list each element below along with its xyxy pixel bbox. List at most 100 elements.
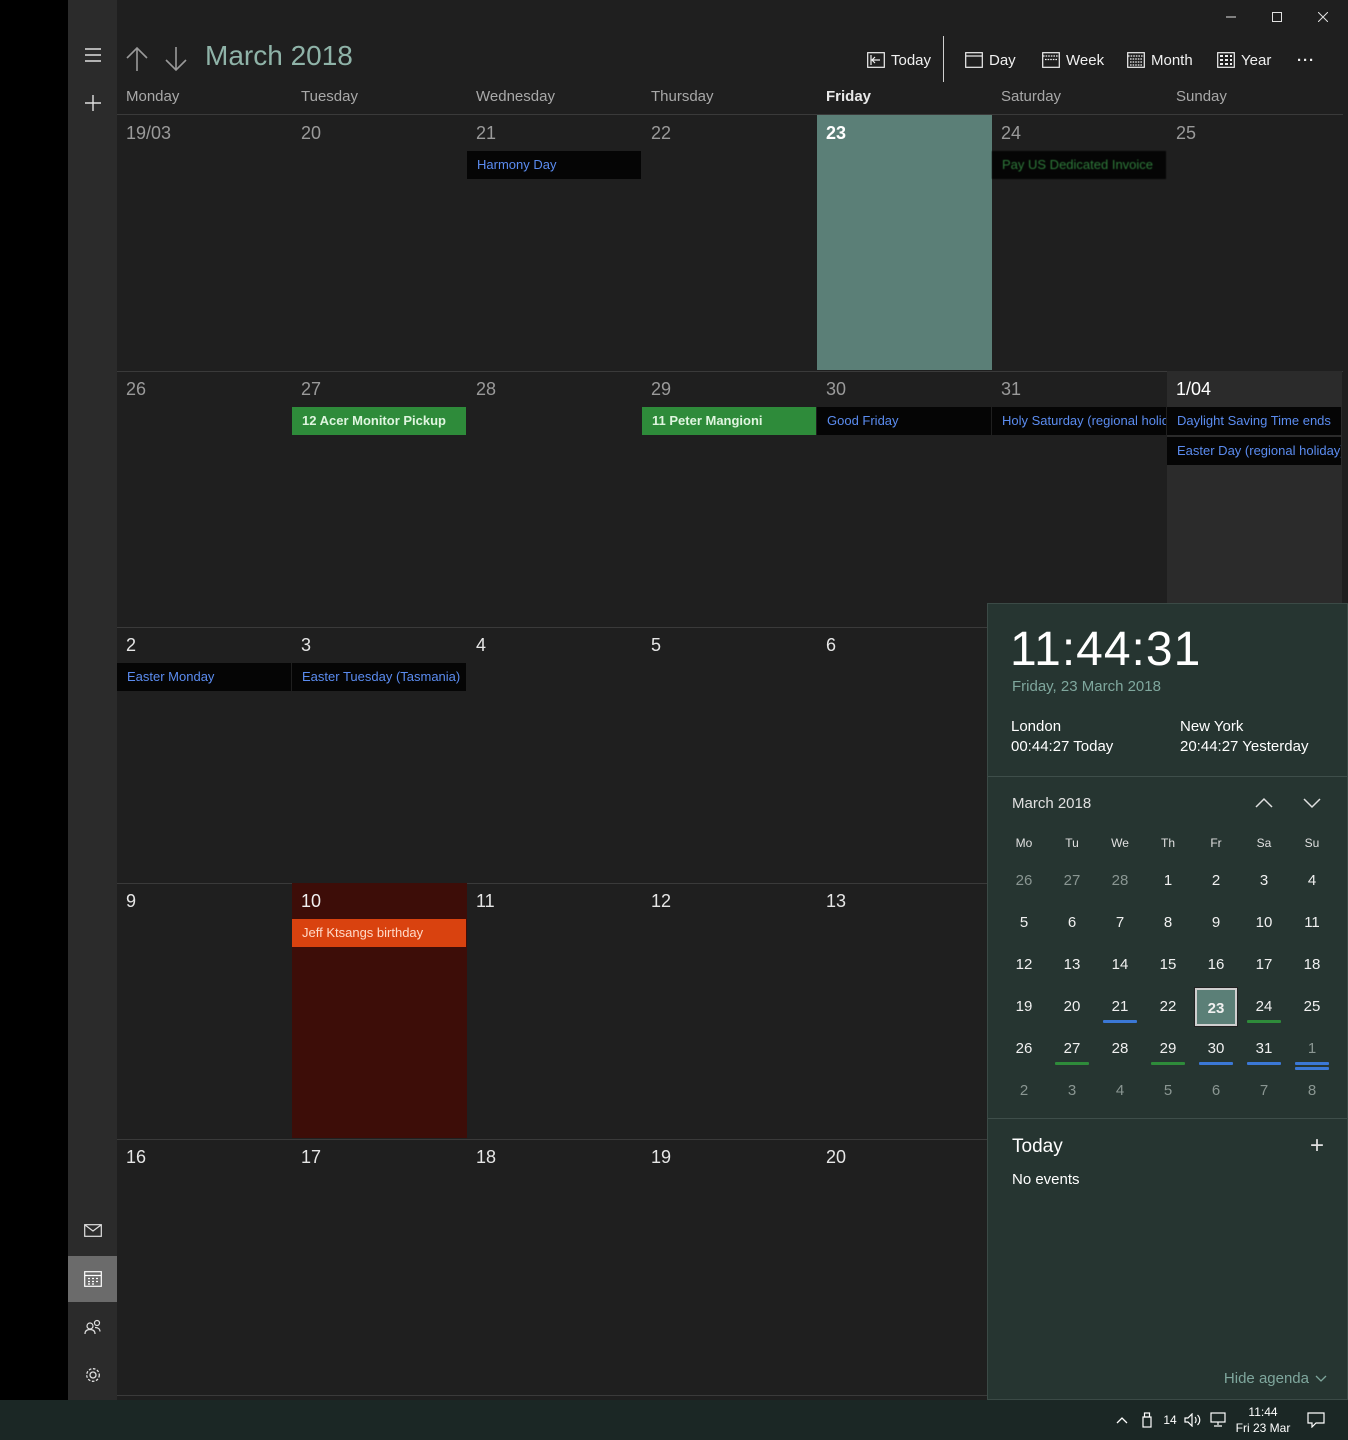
mini-calendar-day[interactable]: 4 (1099, 1072, 1141, 1110)
day-view-button[interactable]: Day (965, 48, 1016, 72)
mini-calendar-day[interactable]: 13 (1051, 946, 1093, 984)
previous-arrow-icon[interactable] (122, 44, 152, 74)
calendar-event[interactable]: Pay US Dedicated Invoice (992, 151, 1166, 179)
mini-calendar-day[interactable]: 28 (1099, 862, 1141, 900)
day-cell[interactable]: 12 (642, 883, 817, 1138)
day-cell[interactable]: 26 (117, 371, 292, 626)
mini-calendar-day[interactable]: 21 (1099, 988, 1141, 1026)
day-cell[interactable]: 24 Pay US Dedicated Invoice (992, 115, 1167, 370)
show-hidden-icons-button[interactable] (1112, 1400, 1132, 1440)
mini-calendar-day[interactable]: 3 (1243, 862, 1285, 900)
mini-calendar-day[interactable]: 11 (1291, 904, 1333, 942)
hide-agenda-button[interactable]: Hide agenda (1224, 1370, 1327, 1387)
calendar-event[interactable]: Daylight Saving Time ends (1167, 407, 1341, 435)
calendar-event[interactable]: Easter Tuesday (Tasmania) (292, 663, 466, 691)
calendar-event[interactable]: Good Friday (817, 407, 991, 435)
mini-calendar-day[interactable]: 2 (1195, 862, 1237, 900)
volume-button[interactable] (1183, 1400, 1203, 1440)
calendar-event[interactable]: 11 Peter Mangioni (642, 407, 816, 435)
day-cell[interactable]: 13 (817, 883, 992, 1138)
week-view-button[interactable]: Week (1042, 48, 1104, 72)
day-cell[interactable]: 29 11 Peter Mangioni (642, 371, 817, 626)
day-cell[interactable]: 19 (642, 1139, 817, 1394)
mini-calendar-day[interactable]: 24 (1243, 988, 1285, 1026)
mini-calendar-day[interactable]: 30 (1195, 1030, 1237, 1068)
day-cell[interactable]: 19/03 (117, 115, 292, 370)
mini-calendar-day[interactable]: 8 (1147, 904, 1189, 942)
day-cell[interactable]: 16 (117, 1139, 292, 1394)
settings-button[interactable] (68, 1352, 117, 1398)
mini-calendar-day[interactable]: 9 (1195, 904, 1237, 942)
day-cell[interactable]: 6 (817, 627, 992, 882)
mini-calendar-day[interactable]: 20 (1051, 988, 1093, 1026)
mini-calendar-day[interactable]: 27 (1051, 1030, 1093, 1068)
mini-calendar-day[interactable]: 19 (1003, 988, 1045, 1026)
mini-calendar-day[interactable]: 5 (1003, 904, 1045, 942)
mini-calendar-day[interactable]: 27 (1051, 862, 1093, 900)
mini-calendar-day[interactable]: 16 (1195, 946, 1237, 984)
today-button[interactable]: Today (867, 48, 931, 72)
hamburger-menu-button[interactable] (68, 32, 117, 78)
day-cell[interactable]: 20 (817, 1139, 992, 1394)
month-view-button[interactable]: Month (1127, 48, 1193, 72)
mini-calendar-day[interactable]: 8 (1291, 1072, 1333, 1110)
year-view-button[interactable]: Year (1217, 48, 1271, 72)
mini-calendar-title[interactable]: March 2018 (1012, 795, 1091, 812)
action-center-button[interactable] (1302, 1400, 1330, 1440)
day-cell[interactable]: 3 Easter Tuesday (Tasmania) (292, 627, 467, 882)
mini-calendar-day[interactable]: 17 (1243, 946, 1285, 984)
calendar-app-button[interactable] (68, 1256, 117, 1302)
mini-calendar-day[interactable]: 10 (1243, 904, 1285, 942)
day-cell[interactable]: 20 (292, 115, 467, 370)
day-cell[interactable]: 9 (117, 883, 292, 1138)
calendar-event[interactable]: Easter Day (regional holiday) (1167, 437, 1341, 465)
day-cell[interactable]: 11 (467, 883, 642, 1138)
mini-calendar-day[interactable]: 14 (1099, 946, 1141, 984)
flyout-date[interactable]: Friday, 23 March 2018 (1012, 678, 1161, 695)
mini-calendar-day[interactable]: 29 (1147, 1030, 1189, 1068)
mini-calendar-day[interactable]: 7 (1243, 1072, 1285, 1110)
day-cell[interactable]: 25 (1167, 115, 1342, 370)
mini-calendar-day[interactable]: 23 (1194, 987, 1238, 1027)
day-cell[interactable]: 17 (292, 1139, 467, 1394)
day-cell[interactable]: 28 (467, 371, 642, 626)
day-cell[interactable]: 18 (467, 1139, 642, 1394)
day-cell[interactable]: 1/04 Daylight Saving Time ends Easter Day … (1167, 371, 1342, 626)
day-cell[interactable]: 27 12 Acer Monitor Pickup (292, 371, 467, 626)
mini-calendar-day[interactable]: 25 (1291, 988, 1333, 1026)
mini-calendar-day[interactable]: 18 (1291, 946, 1333, 984)
taskbar-clock[interactable]: 11:44 Fri 23 Mar (1234, 1400, 1292, 1440)
calendar-event[interactable]: Harmony Day (467, 151, 641, 179)
day-cell[interactable]: 30 Good Friday (817, 371, 992, 626)
day-cell[interactable]: 2 Easter Monday (117, 627, 292, 882)
mini-calendar-day[interactable]: 5 (1147, 1072, 1189, 1110)
mini-calendar-day[interactable]: 28 (1099, 1030, 1141, 1068)
calendar-event[interactable]: Holy Saturday (regional holiday) (992, 407, 1166, 435)
mini-calendar-day[interactable]: 15 (1147, 946, 1189, 984)
tray-badge-count[interactable]: 14 (1160, 1400, 1180, 1440)
calendar-event[interactable]: Easter Monday (117, 663, 291, 691)
agenda-add-button[interactable]: + (1310, 1132, 1324, 1160)
mini-calendar-day[interactable]: 26 (1003, 1030, 1045, 1068)
day-cell[interactable]: 21 Harmony Day (467, 115, 642, 370)
next-arrow-icon[interactable] (161, 44, 191, 74)
mini-calendar-day[interactable]: 22 (1147, 988, 1189, 1026)
mini-calendar-day[interactable]: 2 (1003, 1072, 1045, 1110)
day-cell[interactable]: 4 (467, 627, 642, 882)
calendar-event[interactable]: Jeff Ktsangs birthday (292, 919, 466, 947)
usb-tray-button[interactable] (1137, 1400, 1157, 1440)
month-title[interactable]: March 2018 (205, 40, 353, 72)
mini-calendar-day[interactable]: 7 (1099, 904, 1141, 942)
mini-calendar-day[interactable]: 26 (1003, 862, 1045, 900)
day-cell[interactable]: 22 (642, 115, 817, 370)
mini-calendar-day[interactable]: 1 (1291, 1030, 1333, 1070)
mini-calendar-day[interactable]: 6 (1051, 904, 1093, 942)
day-cell[interactable]: 10 Jeff Ktsangs birthday (292, 883, 467, 1138)
network-button[interactable] (1208, 1400, 1230, 1440)
chevron-up-icon[interactable] (1254, 796, 1274, 810)
mail-app-button[interactable] (68, 1207, 117, 1253)
day-cell[interactable]: 5 (642, 627, 817, 882)
calendar-event[interactable]: 12 Acer Monitor Pickup (292, 407, 466, 435)
day-cell[interactable]: 23 (817, 115, 992, 370)
chevron-down-icon[interactable] (1302, 796, 1322, 810)
